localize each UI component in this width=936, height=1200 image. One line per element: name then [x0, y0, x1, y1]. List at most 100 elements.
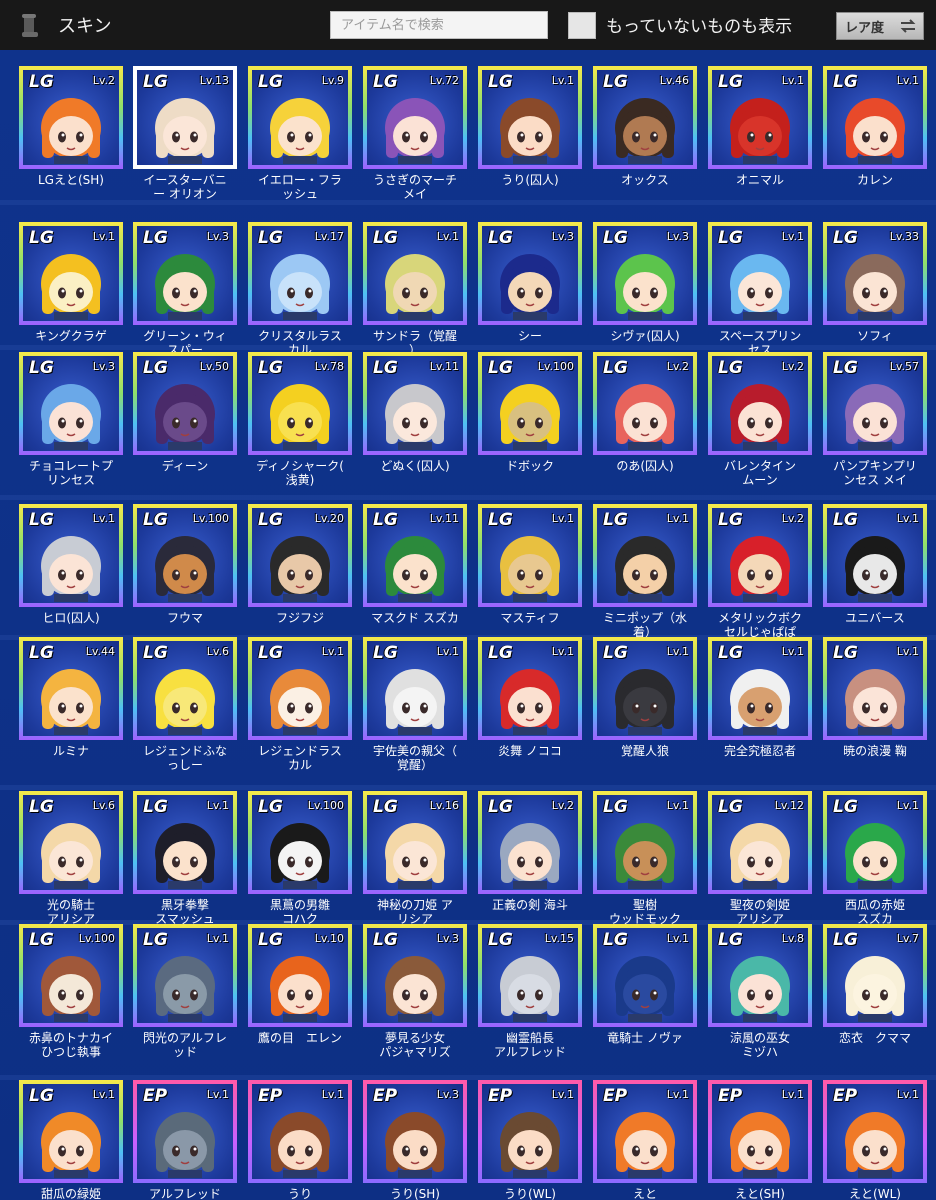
skin-card-inner: EP Lv.3 — [367, 1084, 463, 1179]
skin-card[interactable]: LG Lv.2 — [708, 504, 812, 607]
skin-card[interactable]: LG Lv.1 — [248, 637, 352, 740]
skin-card[interactable]: LG Lv.1 — [593, 924, 697, 1027]
rarity-badge: LG — [143, 72, 168, 92]
skin-card[interactable]: LG Lv.1 — [19, 222, 123, 325]
skin-card-inner: LG Lv.3 — [137, 226, 233, 321]
skin-card[interactable]: LG Lv.20 — [248, 504, 352, 607]
skin-card[interactable]: LG Lv.17 — [248, 222, 352, 325]
skin-card[interactable]: LG Lv.12 — [708, 791, 812, 894]
skin-card[interactable]: LG Lv.46 — [593, 66, 697, 169]
skin-card[interactable]: LG Lv.1 — [363, 222, 467, 325]
skin-card[interactable]: LG Lv.1 — [19, 504, 123, 607]
skin-card-inner: LG Lv.10 — [252, 928, 348, 1023]
skin-name: 赤鼻のトナカイ ひつじ執事 — [28, 1031, 113, 1059]
skin-card[interactable]: LG Lv.57 — [823, 352, 927, 455]
avatar — [500, 823, 560, 889]
skin-card[interactable]: LG Lv.3 — [133, 222, 237, 325]
avatar — [155, 956, 215, 1022]
skin-card[interactable]: LG Lv.9 — [248, 66, 352, 169]
skin-card[interactable]: LG Lv.1 — [478, 66, 582, 169]
skin-card[interactable]: EP Lv.1 — [478, 1080, 582, 1183]
skin-card[interactable]: LG Lv.3 — [478, 222, 582, 325]
avatar — [385, 669, 445, 735]
level-label: Lv.11 — [429, 360, 459, 373]
skin-card[interactable]: LG Lv.16 — [363, 791, 467, 894]
skin-card[interactable]: LG Lv.1 — [133, 924, 237, 1027]
skin-card[interactable]: LG Lv.1 — [708, 637, 812, 740]
skin-name: 夢見る少女 パジャマリズ — [379, 1031, 451, 1059]
skin-card[interactable]: LG Lv.8 — [708, 924, 812, 1027]
skin-card-inner: LG Lv.1 — [137, 928, 233, 1023]
skin-card[interactable]: LG Lv.11 — [363, 504, 467, 607]
skin-card[interactable]: LG Lv.1 — [363, 637, 467, 740]
show-unowned-checkbox[interactable] — [568, 12, 596, 39]
skin-card[interactable]: EP Lv.1 — [133, 1080, 237, 1183]
skin-card[interactable]: LG Lv.7 — [823, 924, 927, 1027]
skin-card[interactable]: EP Lv.3 — [363, 1080, 467, 1183]
skin-card[interactable]: LG Lv.33 — [823, 222, 927, 325]
skin-card-inner: LG Lv.50 — [137, 356, 233, 451]
skin-card[interactable]: LG Lv.100 — [478, 352, 582, 455]
rarity-badge: LG — [258, 228, 283, 248]
skin-card[interactable]: LG Lv.1 — [478, 637, 582, 740]
skin-card[interactable]: LG Lv.3 — [19, 352, 123, 455]
rarity-badge: LG — [603, 358, 628, 378]
skin-card-inner: LG Lv.78 — [252, 356, 348, 451]
rarity-badge: LG — [603, 510, 628, 530]
rarity-badge: LG — [488, 643, 513, 663]
skin-card[interactable]: LG Lv.2 — [593, 352, 697, 455]
avatar — [500, 956, 560, 1022]
skin-card[interactable]: LG Lv.2 — [478, 791, 582, 894]
skin-card[interactable]: LG Lv.6 — [19, 791, 123, 894]
skin-card[interactable]: LG Lv.44 — [19, 637, 123, 740]
skin-card[interactable]: LG Lv.1 — [19, 1080, 123, 1183]
skin-card[interactable]: LG Lv.1 — [593, 504, 697, 607]
skin-card[interactable]: EP Lv.1 — [708, 1080, 812, 1183]
level-label: Lv.3 — [666, 230, 689, 243]
skin-card[interactable]: LG Lv.100 — [133, 504, 237, 607]
avatar — [155, 669, 215, 735]
skin-card[interactable]: LG Lv.1 — [133, 791, 237, 894]
skin-card[interactable]: LG Lv.1 — [478, 504, 582, 607]
skin-card[interactable]: LG Lv.100 — [19, 924, 123, 1027]
search-input[interactable] — [330, 11, 548, 39]
skin-card-inner: LG Lv.1 — [597, 508, 693, 603]
skin-card[interactable]: LG Lv.1 — [823, 504, 927, 607]
skin-card[interactable]: LG Lv.1 — [823, 791, 927, 894]
skin-card[interactable]: LG Lv.6 — [133, 637, 237, 740]
skin-card-inner: LG Lv.15 — [482, 928, 578, 1023]
skin-card[interactable]: LG Lv.11 — [363, 352, 467, 455]
skin-card[interactable]: EP Lv.1 — [593, 1080, 697, 1183]
skin-card[interactable]: LG Lv.3 — [363, 924, 467, 1027]
skin-card[interactable]: LG Lv.13 — [133, 66, 237, 169]
rarity-badge: LG — [373, 358, 398, 378]
skin-card[interactable]: EP Lv.1 — [823, 1080, 927, 1183]
skin-card[interactable]: LG Lv.1 — [593, 637, 697, 740]
skin-name: 聖夜の剣姫 アリシア — [729, 898, 790, 926]
skin-card[interactable]: LG Lv.50 — [133, 352, 237, 455]
skin-name: うり(囚人) — [501, 173, 559, 187]
rarity-badge: LG — [488, 930, 513, 950]
skin-card[interactable]: LG Lv.10 — [248, 924, 352, 1027]
skin-card[interactable]: LG Lv.2 — [19, 66, 123, 169]
skin-card[interactable]: LG Lv.1 — [823, 66, 927, 169]
rarity-badge: LG — [718, 510, 743, 530]
sort-button[interactable]: レア度 — [836, 12, 924, 40]
level-label: Lv.17 — [314, 230, 344, 243]
skin-card[interactable]: EP Lv.1 — [248, 1080, 352, 1183]
skin-card[interactable]: LG Lv.1 — [823, 637, 927, 740]
skin-card[interactable]: LG Lv.1 — [708, 66, 812, 169]
level-label: Lv.1 — [781, 74, 804, 87]
skin-card[interactable]: LG Lv.1 — [593, 791, 697, 894]
skin-card[interactable]: LG Lv.78 — [248, 352, 352, 455]
skin-card[interactable]: LG Lv.3 — [593, 222, 697, 325]
skin-card[interactable]: LG Lv.100 — [248, 791, 352, 894]
rarity-badge: LG — [143, 510, 168, 530]
rarity-badge: LG — [718, 72, 743, 92]
swap-icon — [900, 19, 916, 33]
skin-card[interactable]: LG Lv.15 — [478, 924, 582, 1027]
skin-card[interactable]: LG Lv.2 — [708, 352, 812, 455]
level-label: Lv.15 — [544, 932, 574, 945]
skin-card[interactable]: LG Lv.1 — [708, 222, 812, 325]
skin-card[interactable]: LG Lv.72 — [363, 66, 467, 169]
